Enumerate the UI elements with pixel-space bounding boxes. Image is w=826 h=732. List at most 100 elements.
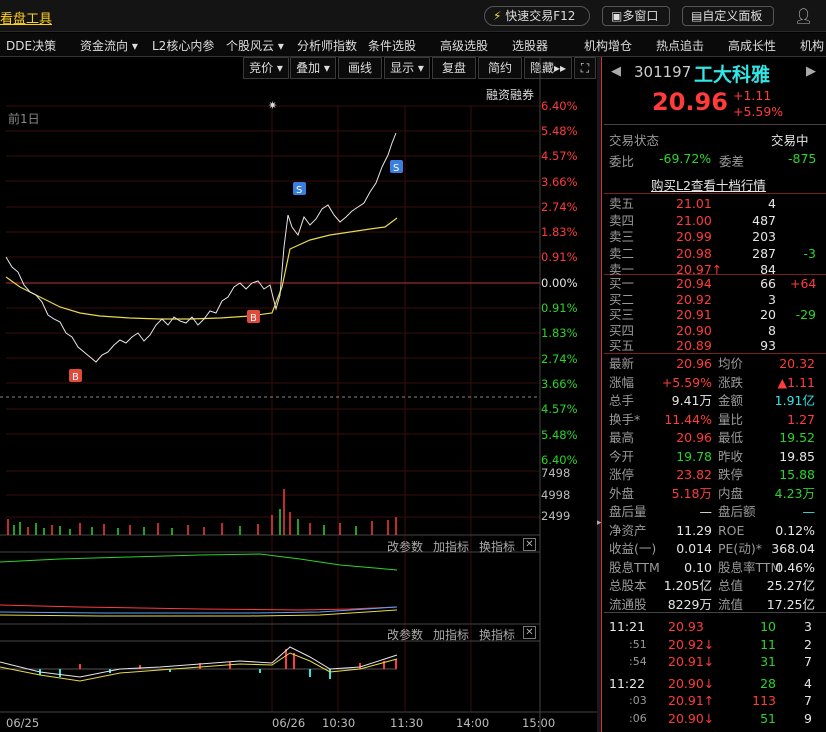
close-indicator-icon[interactable]: ✕ <box>523 538 536 551</box>
event-star-icon[interactable]: ✷ <box>268 99 277 112</box>
stock-name: 工大科雅 <box>694 64 771 86</box>
sell-marker-1-text: S <box>296 185 302 196</box>
user-icon[interactable]: 👤︎ <box>794 7 813 25</box>
bid-level-price: 20.92 <box>676 291 712 307</box>
quote-value: 4.23万 <box>774 485 815 501</box>
tick-price: 20.90↓ <box>668 675 715 691</box>
quote-value: 9.41万 <box>671 393 712 408</box>
tick-volume: 113 <box>752 693 776 708</box>
buy-marker-1-text: B <box>72 372 79 383</box>
tick-price: 20.92↓ <box>668 636 715 652</box>
ask-level-name: 卖二 <box>609 245 635 261</box>
quote-value: 20.96 <box>676 430 712 445</box>
bid-level-name: 买二 <box>609 291 635 307</box>
indicator-green-line <box>0 553 398 571</box>
quote-label: 金额 <box>718 393 744 408</box>
x-axis-label: 11:30 <box>390 716 424 730</box>
add-indicator-button[interactable]: 加指标 <box>433 538 469 555</box>
window-icon: ▣ <box>611 9 623 23</box>
menu-dde[interactable]: DDE决策 <box>6 37 56 54</box>
menu-advanced[interactable]: 高级选股 <box>440 37 488 54</box>
menu-inst[interactable]: 机构 <box>800 37 824 54</box>
tick-time: 11:21 <box>609 619 646 634</box>
quote-label: 盘后额 <box>718 504 756 519</box>
menu-selector[interactable]: 选股器 <box>512 37 548 54</box>
switch-indicator-button-2[interactable]: 换指标 <box>479 626 515 643</box>
quick-trade-button[interactable]: ⚡ 快速交易F12 <box>484 6 590 26</box>
stock-code: 301197 <box>634 63 692 81</box>
menu-growth[interactable]: 高成长性 <box>728 37 776 54</box>
bid-diff-value: -875 <box>788 151 817 166</box>
function-menu-bar: DDE决策 资金流向 ▾ L2核心内参 个股风云 ▾ 分析师指数 条件选股 高级… <box>0 33 826 57</box>
quote-value: 20.96 <box>676 356 712 371</box>
tick-volume: 51 <box>760 710 776 726</box>
x-axis-label: 14:00 <box>456 716 490 730</box>
ask-level-volume: 203 <box>752 229 776 244</box>
edit-params-button-2[interactable]: 改参数 <box>387 626 423 643</box>
bid-level-delta: +64 <box>790 276 817 291</box>
quote-value: 0.12% <box>775 522 815 538</box>
menu-stock-news[interactable]: 个股风云 ▾ <box>226 37 284 54</box>
bid-level-price: 20.91 <box>676 307 712 322</box>
next-stock-icon[interactable]: ▶ <box>806 64 816 79</box>
pct-label: 5.48% <box>541 124 578 138</box>
pct-label: 4.57% <box>541 402 578 416</box>
menu-analyst[interactable]: 分析师指数 <box>297 37 357 54</box>
menu-fund-flow[interactable]: 资金流向 ▾ <box>80 37 138 54</box>
quote-value: 11.44% <box>664 411 712 427</box>
quote-value: 19.85 <box>779 448 815 464</box>
edit-params-button[interactable]: 改参数 <box>387 538 423 555</box>
ask-level-volume: 487 <box>752 212 776 228</box>
quote-value: 19.78 <box>676 448 712 464</box>
quote-label: 总手 <box>609 393 635 408</box>
quote-value: 15.88 <box>779 467 815 482</box>
quote-value: 0.46% <box>775 559 815 575</box>
quote-value: ▲1.11 <box>777 374 815 390</box>
quote-value: +5.59% <box>661 374 712 390</box>
close-indicator-icon-2[interactable]: ✕ <box>523 626 536 639</box>
ask-level-volume: 4 <box>768 196 776 211</box>
last-price: 20.96 <box>652 88 728 116</box>
quote-label: 最高 <box>609 430 635 445</box>
quote-value: 1.205亿 <box>663 578 712 593</box>
volume-label: 7498 <box>541 466 571 480</box>
bid-level-delta: -29 <box>795 307 816 322</box>
quote-label: 涨跌 <box>718 374 744 390</box>
bid-ratio-label: 委比 <box>609 154 635 169</box>
tick-count: 4 <box>804 675 812 691</box>
quote-label: 量比 <box>718 411 744 427</box>
pct-label: 2.74% <box>541 200 578 214</box>
prev-stock-icon[interactable]: ◀ <box>611 64 621 79</box>
pct-label: 0.91% <box>541 250 578 264</box>
buy-l2-link[interactable]: 购买L2查看十档行情 <box>651 175 766 194</box>
switch-indicator-button[interactable]: 换指标 <box>479 538 515 555</box>
pct-label: 0.00% <box>541 276 578 290</box>
ask-level-delta: -3 <box>803 245 816 261</box>
menu-l2[interactable]: L2核心内参 <box>152 37 214 54</box>
ask-level-price: 20.99 <box>676 229 712 244</box>
pct-label: 4.57% <box>541 149 578 163</box>
menu-inst-add[interactable]: 机构增仓 <box>584 37 632 54</box>
bid-level-name: 买三 <box>609 307 635 322</box>
panel-icon: ▤ <box>691 9 703 23</box>
indicator-blue-line <box>0 606 398 614</box>
volume-label: 2499 <box>541 509 571 523</box>
quote-value: 1.27 <box>787 411 815 427</box>
menu-hot[interactable]: 热点追击 <box>656 37 704 54</box>
tick-volume: 28 <box>760 675 776 691</box>
custom-panel-button[interactable]: ▤自定义面板 <box>682 6 774 26</box>
menu-condition[interactable]: 条件选股 <box>368 37 416 54</box>
quote-value: 8229万 <box>667 596 712 612</box>
tick-count: 7 <box>804 693 812 708</box>
app-logo-text[interactable]: 看盘工具 <box>0 8 52 27</box>
quote-value: 23.82 <box>676 467 712 482</box>
quote-value: 0.10 <box>684 559 712 575</box>
multi-window-button[interactable]: ▣多窗口 <box>602 6 670 26</box>
add-indicator-button-2[interactable]: 加指标 <box>433 626 469 643</box>
tick-count: 9 <box>804 710 812 726</box>
bid-level-volume: 3 <box>768 291 776 307</box>
quote-value: 25.27亿 <box>766 578 815 593</box>
tick-count: 7 <box>804 654 812 669</box>
quote-value: 1.91亿 <box>774 393 815 408</box>
quote-value: 11.29 <box>676 522 712 538</box>
